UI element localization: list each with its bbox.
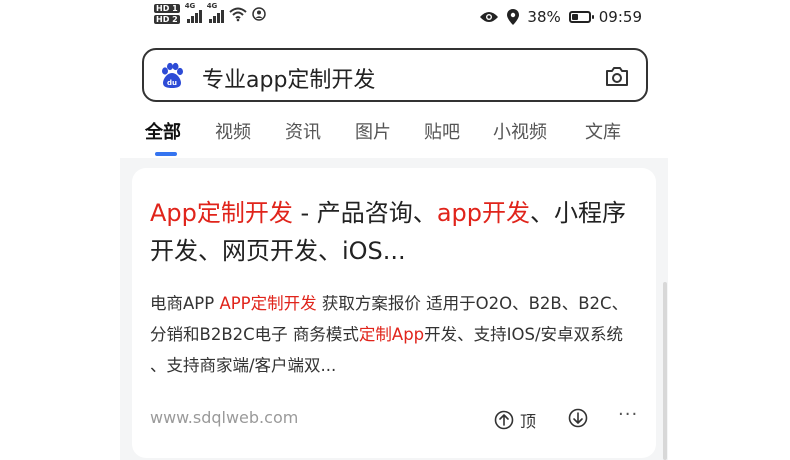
phone-screen: HD 1 HD 2 4G 4G 38% 09:59 du 专业app定制开发 全…	[120, 0, 668, 460]
tab-tieba[interactable]: 贴吧	[424, 118, 460, 144]
hd1-badge: HD 1	[154, 4, 180, 13]
status-left: HD 1 HD 2 4G 4G	[154, 2, 266, 24]
location-icon	[507, 9, 520, 25]
tab-images[interactable]: 图片	[355, 118, 391, 144]
more-options-button[interactable]: ···	[618, 404, 638, 425]
clock: 09:59	[598, 8, 642, 26]
signal-icon-2: 4G	[207, 2, 224, 23]
search-box[interactable]: du 专业app定制开发	[142, 48, 648, 102]
result-footer: www.sdqlweb.com 顶 ···	[150, 404, 640, 432]
battery-percent: 38%	[527, 8, 561, 26]
hd2-badge: HD 2	[154, 15, 180, 24]
result-card[interactable]: App定制开发 - 产品咨询、app开发、小程序开发、网页开发、iOS... 电…	[132, 168, 656, 458]
baidu-paw-icon: du	[162, 62, 183, 88]
tab-wenku[interactable]: 文库	[585, 118, 621, 144]
tab-news[interactable]: 资讯	[285, 118, 321, 144]
camera-icon[interactable]	[604, 64, 630, 88]
svg-text:du: du	[167, 79, 177, 87]
battery-icon	[568, 11, 594, 23]
result-title[interactable]: App定制开发 - 产品咨询、app开发、小程序开发、网页开发、iOS...	[150, 194, 640, 270]
eye-icon	[480, 12, 499, 22]
title-highlight-1: App定制开发	[150, 199, 293, 227]
results-area: App定制开发 - 产品咨询、app开发、小程序开发、网页开发、iOS... 电…	[120, 158, 668, 460]
tab-video[interactable]: 视频	[215, 118, 251, 144]
title-highlight-2: app开发	[436, 199, 530, 227]
upvote-button[interactable]: 顶	[494, 408, 536, 432]
tab-short-video[interactable]: 小视频	[493, 118, 547, 144]
snippet-text-1: 电商APP	[150, 294, 220, 313]
arrow-down-circle-icon[interactable]	[568, 408, 588, 428]
hd-badges: HD 1 HD 2	[154, 4, 180, 24]
signal-icon-1: 4G	[185, 2, 202, 23]
tab-all[interactable]: 全部	[145, 118, 181, 144]
upvote-label: 顶	[520, 412, 537, 431]
account-icon	[251, 7, 266, 21]
arrow-up-circle-icon	[494, 410, 514, 430]
tab-fade	[646, 118, 668, 150]
scrollbar[interactable]	[663, 282, 667, 460]
search-input[interactable]: 专业app定制开发	[202, 62, 375, 94]
result-snippet: 电商APP APP定制开发 获取方案报价 适用于O2O、B2B、B2C、分销和B…	[150, 288, 642, 381]
active-tab-indicator	[155, 152, 177, 156]
tab-bar: 全部 视频 资讯 图片 贴吧 小视频 文库	[145, 118, 668, 158]
title-text-1: - 产品咨询、	[292, 199, 437, 227]
status-right: 38% 09:59	[479, 8, 642, 26]
wifi-icon	[229, 7, 247, 22]
snippet-highlight-2: 定制App	[358, 325, 425, 344]
result-site-url[interactable]: www.sdqlweb.com	[150, 408, 298, 427]
snippet-highlight-1: APP定制开发	[219, 294, 317, 313]
status-bar: HD 1 HD 2 4G 4G 38% 09:59	[120, 0, 668, 38]
